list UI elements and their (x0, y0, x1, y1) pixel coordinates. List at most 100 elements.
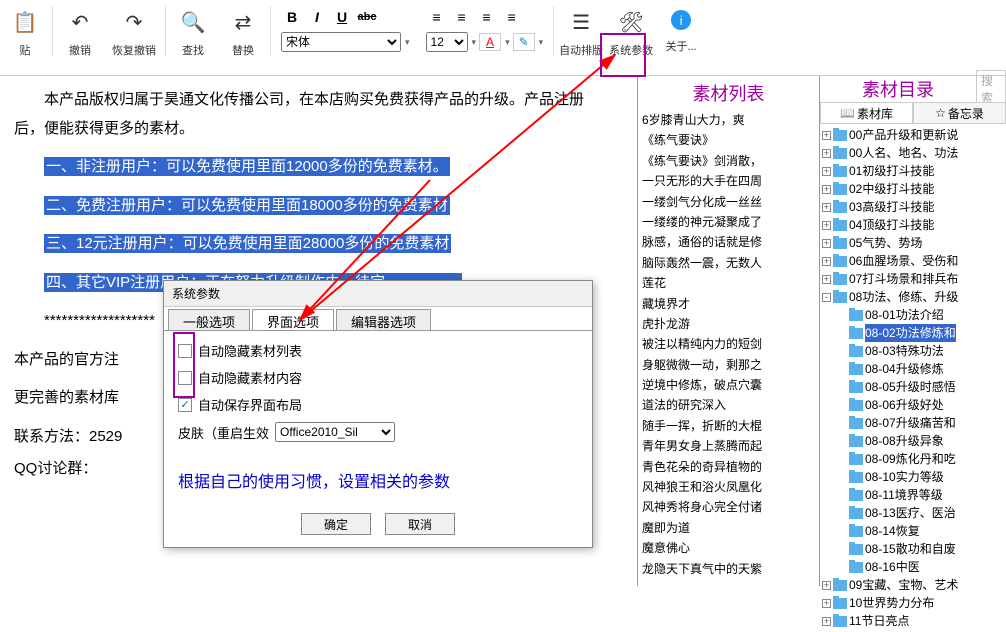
bold-button[interactable]: B (281, 8, 303, 26)
tree-row[interactable]: +09宝藏、宝物、艺术 (822, 576, 1004, 594)
list-item[interactable]: 一缕缕的神元凝聚成了 (642, 212, 815, 232)
checkbox-hide-content[interactable] (178, 371, 192, 385)
list-item[interactable]: 《练气要诀》剑消散， (642, 151, 815, 171)
tree-row[interactable]: +10世界势力分布 (822, 594, 1004, 612)
list-item[interactable]: 一只无形的大手在四周 (642, 171, 815, 191)
list-item[interactable]: 6岁膝青山大力，爽 (642, 110, 815, 130)
tree-row[interactable]: +01初级打斗技能 (822, 162, 1004, 180)
expand-icon[interactable]: + (822, 131, 831, 140)
material-list[interactable]: 6岁膝青山大力，爽《练气要诀》《练气要诀》剑消散，一只无形的大手在四周一缕剑气分… (642, 110, 815, 579)
tab-memo[interactable]: ☆备忘录 (913, 102, 1006, 123)
tree-row[interactable]: -08功法、修练、升级 (822, 288, 1004, 306)
tree-row[interactable]: 08-01功法介绍 (822, 306, 1004, 324)
expand-icon[interactable]: + (822, 599, 831, 608)
list-item[interactable]: 风神狼王和浴火凤凰化 (642, 477, 815, 497)
find-button[interactable]: 🔍查找 (168, 2, 218, 58)
skin-select[interactable]: Office2010_Sil (275, 422, 395, 442)
undo-button[interactable]: ↶撤销 (55, 2, 105, 58)
align-center-icon[interactable]: ≡ (451, 8, 473, 26)
sysparam-button[interactable]: 🛠系统参数 (606, 2, 656, 58)
tree-row[interactable]: +03高级打斗技能 (822, 198, 1004, 216)
redo-button[interactable]: ↷恢复撤销 (105, 2, 163, 58)
tree-row[interactable]: +05气势、势场 (822, 234, 1004, 252)
cancel-button[interactable]: 取消 (385, 513, 455, 535)
tab-ui[interactable]: 界面选项 (252, 309, 334, 330)
ok-button[interactable]: 确定 (301, 513, 371, 535)
tree-row[interactable]: +04顶级打斗技能 (822, 216, 1004, 234)
tree-row[interactable]: 08-05升级时感悟 (822, 378, 1004, 396)
italic-button[interactable]: I (306, 8, 328, 26)
tree-row[interactable]: 08-15散功和自废 (822, 540, 1004, 558)
tree-row[interactable]: 08-14恢复 (822, 522, 1004, 540)
list-item[interactable]: 虎扑龙游 (642, 314, 815, 334)
align-justify-icon[interactable]: ≡ (501, 8, 523, 26)
align-left-icon[interactable]: ≡ (426, 8, 448, 26)
tree-row[interactable]: 08-07升级痛苦和 (822, 414, 1004, 432)
font-color-button[interactable]: A (479, 33, 501, 51)
replace-button[interactable]: ⇄替换 (218, 2, 268, 58)
material-tree[interactable]: +00产品升级和更新说+00人名、地名、功法+01初级打斗技能+02中级打斗技能… (820, 124, 1006, 632)
checkbox-save-layout[interactable]: ✓ (178, 398, 192, 412)
list-item[interactable]: 魔即为道 (642, 518, 815, 538)
expand-icon[interactable]: + (822, 581, 831, 590)
size-select[interactable]: 12 (426, 32, 468, 52)
tree-row[interactable]: +00人名、地名、功法 (822, 144, 1004, 162)
expand-icon[interactable]: + (822, 221, 831, 230)
expand-icon[interactable]: + (822, 185, 831, 194)
tree-row[interactable]: 08-16中医 (822, 558, 1004, 576)
tree-row[interactable]: 08-11境界等级 (822, 486, 1004, 504)
expand-icon[interactable]: + (822, 167, 831, 176)
tree-row[interactable]: 08-08升级异象 (822, 432, 1004, 450)
autolayout-button[interactable]: ☰自动排版 (556, 2, 606, 58)
chevron-down-icon[interactable]: ▾ (505, 37, 510, 48)
list-item[interactable]: 莲花 (642, 273, 815, 293)
tree-row[interactable]: +02中级打斗技能 (822, 180, 1004, 198)
tree-row[interactable]: 08-13医疗、医治 (822, 504, 1004, 522)
chevron-down-icon[interactable]: ▾ (472, 37, 477, 48)
expand-icon[interactable]: + (822, 257, 831, 266)
tab-editor[interactable]: 编辑器选项 (336, 309, 431, 330)
tree-row[interactable]: 08-10实力等级 (822, 468, 1004, 486)
expand-icon[interactable]: + (822, 275, 831, 284)
tree-row[interactable]: +00产品升级和更新说 (822, 126, 1004, 144)
list-item[interactable]: 青色花朵的奇异植物的 (642, 457, 815, 477)
tab-general[interactable]: 一般选项 (168, 309, 250, 330)
list-item[interactable]: 身躯微微一动，剩那之 (642, 355, 815, 375)
chevron-down-icon[interactable]: ▾ (539, 37, 544, 48)
paste-button[interactable]: 📋贴 (0, 2, 50, 58)
font-select[interactable]: 宋体 (281, 32, 401, 52)
checkbox-hide-list[interactable] (178, 344, 192, 358)
highlight-button[interactable]: ✎ (513, 33, 535, 51)
list-item[interactable]: 随手一挥，折断的大棍 (642, 416, 815, 436)
list-item[interactable]: 一缕剑气分化成一丝丝 (642, 192, 815, 212)
expand-icon[interactable]: + (822, 239, 831, 248)
list-item[interactable]: 脉感，通俗的话就是修 (642, 232, 815, 252)
underline-button[interactable]: U (331, 8, 353, 26)
list-item[interactable]: 青年男女身上蒸腾而起 (642, 436, 815, 456)
about-button[interactable]: i关于... (656, 2, 706, 54)
tree-row[interactable]: 08-06升级好处 (822, 396, 1004, 414)
expand-icon[interactable]: - (822, 293, 831, 302)
list-item[interactable]: 龙隐天下真气中的天紫 (642, 559, 815, 579)
tree-row[interactable]: +11节日亮点 (822, 612, 1004, 630)
expand-icon[interactable]: + (822, 203, 831, 212)
list-item[interactable]: 魔意佛心 (642, 538, 815, 558)
tree-row[interactable]: 08-03特殊功法 (822, 342, 1004, 360)
list-item[interactable]: 藏境界才 (642, 294, 815, 314)
list-item[interactable]: 《练气要诀》 (642, 130, 815, 150)
list-item[interactable]: 脑际轰然一震，无数人 (642, 253, 815, 273)
list-item[interactable]: 道法的研究深入 (642, 395, 815, 415)
list-item[interactable]: 风神秀将身心完全付诸 (642, 497, 815, 517)
tree-row[interactable]: 08-02功法修炼和 (822, 324, 1004, 342)
list-item[interactable]: 逆境中修炼，破点穴囊 (642, 375, 815, 395)
tree-row[interactable]: 08-09炼化丹和吃 (822, 450, 1004, 468)
align-right-icon[interactable]: ≡ (476, 8, 498, 26)
strike-button[interactable]: abc (356, 8, 378, 26)
tab-material[interactable]: 📖素材库 (820, 102, 913, 123)
tree-row[interactable]: +07打斗场景和排兵布 (822, 270, 1004, 288)
list-item[interactable]: 被注以精纯内力的短剑 (642, 334, 815, 354)
chevron-down-icon[interactable]: ▾ (405, 37, 410, 48)
expand-icon[interactable]: + (822, 617, 831, 626)
tree-row[interactable]: +06血腥场景、受伤和 (822, 252, 1004, 270)
tree-row[interactable]: 08-04升级修炼 (822, 360, 1004, 378)
